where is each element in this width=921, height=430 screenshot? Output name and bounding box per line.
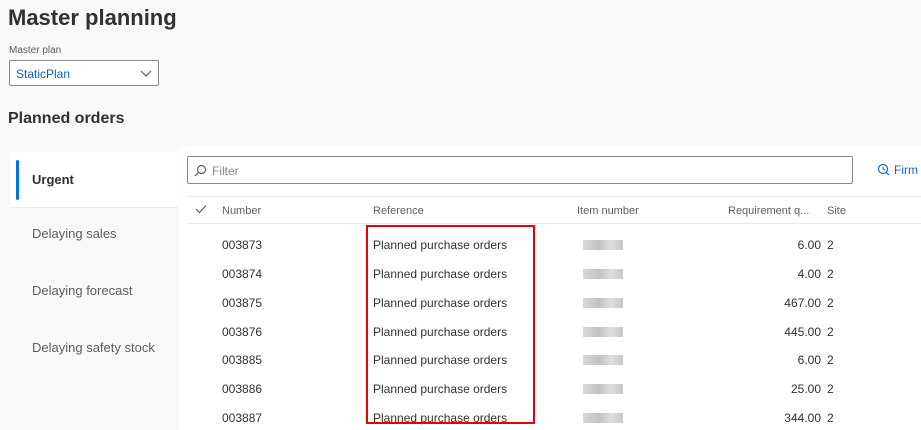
cell-site: 2 <box>827 325 834 339</box>
planned-orders-grid-panel: Filter Firm Number Reference Item number… <box>179 146 921 430</box>
column-header-requirement-qty[interactable]: Requirement q... <box>728 205 809 217</box>
cell-reference: Planned purchase orders <box>373 238 508 252</box>
nav-item-delaying-forecast[interactable]: Delaying forecast <box>10 283 178 298</box>
firm-button[interactable]: Firm <box>877 163 918 177</box>
cell-item-number-redacted <box>583 384 623 394</box>
cell-requirement-qty: 6.00 <box>797 353 821 367</box>
cell-number: 003875 <box>222 296 263 310</box>
cell-number: 003873 <box>222 238 263 252</box>
column-header-site[interactable]: Site <box>827 205 846 217</box>
cell-requirement-qty: 25.00 <box>790 382 821 396</box>
cell-requirement-qty: 445.00 <box>784 325 821 339</box>
table-row[interactable]: 003886 Planned purchase orders 25.00 2 <box>187 375 921 404</box>
cell-site: 2 <box>827 353 834 367</box>
column-header-reference[interactable]: Reference <box>373 205 424 217</box>
cell-requirement-qty: 467.00 <box>784 296 821 310</box>
cell-item-number-redacted <box>583 269 623 279</box>
cell-item-number-redacted <box>583 355 623 365</box>
cell-site: 2 <box>827 267 834 281</box>
column-header-item-number[interactable]: Item number <box>577 205 639 217</box>
cell-site: 2 <box>827 382 834 396</box>
cell-number: 003886 <box>222 382 263 396</box>
section-title: Planned orders <box>8 110 125 127</box>
cell-item-number-redacted <box>583 298 623 308</box>
cell-site: 2 <box>827 296 834 310</box>
cell-reference: Planned purchase orders <box>373 411 508 425</box>
planned-orders-nav: Urgent Delaying sales Delaying forecast … <box>10 146 178 430</box>
nav-item-urgent[interactable]: Urgent <box>10 152 178 208</box>
cell-requirement-qty: 344.00 <box>784 411 821 425</box>
filter-input[interactable]: Filter <box>187 156 853 184</box>
cell-item-number-redacted <box>583 327 623 337</box>
filter-placeholder: Filter <box>212 164 239 178</box>
select-all-checkmark-icon[interactable] <box>195 203 207 218</box>
master-plan-value: StaticPlan <box>16 67 71 81</box>
page-title: Master planning <box>8 5 177 30</box>
cell-reference: Planned purchase orders <box>373 382 508 396</box>
chevron-down-icon <box>140 70 152 77</box>
cell-number: 003876 <box>222 325 263 339</box>
table-row[interactable]: 003874 Planned purchase orders 4.00 2 <box>187 260 921 289</box>
cell-reference: Planned purchase orders <box>373 353 508 367</box>
cell-reference: Planned purchase orders <box>373 296 508 310</box>
cell-requirement-qty: 4.00 <box>797 267 821 281</box>
cell-number: 003887 <box>222 411 263 425</box>
cell-number: 003874 <box>222 267 263 281</box>
cell-site: 2 <box>827 238 834 252</box>
table-row[interactable]: 003885 Planned purchase orders 6.00 2 <box>187 346 921 375</box>
cell-requirement-qty: 6.00 <box>797 238 821 252</box>
nav-item-delaying-sales[interactable]: Delaying sales <box>10 226 178 241</box>
cell-site: 2 <box>827 411 834 425</box>
column-header-number[interactable]: Number <box>222 205 261 217</box>
table-row[interactable]: 003887 Planned purchase orders 344.00 2 <box>187 404 921 430</box>
table-row[interactable]: 003873 Planned purchase orders 6.00 2 <box>187 231 921 260</box>
firm-icon <box>877 163 890 176</box>
cell-number: 003885 <box>222 353 263 367</box>
cell-reference: Planned purchase orders <box>373 267 508 281</box>
table-row[interactable]: 003876 Planned purchase orders 445.00 2 <box>187 318 921 347</box>
grid-header: Number Reference Item number Requirement… <box>187 196 921 224</box>
cell-item-number-redacted <box>583 240 623 250</box>
firm-label: Firm <box>894 163 918 177</box>
table-row[interactable]: 003875 Planned purchase orders 467.00 2 <box>187 289 921 318</box>
nav-item-delaying-safety-stock[interactable]: Delaying safety stock <box>10 340 178 355</box>
cell-reference: Planned purchase orders <box>373 325 508 339</box>
search-icon <box>194 164 207 177</box>
master-plan-select[interactable]: StaticPlan <box>9 60 159 86</box>
master-plan-label: Master plan <box>9 45 62 56</box>
cell-item-number-redacted <box>583 413 623 423</box>
